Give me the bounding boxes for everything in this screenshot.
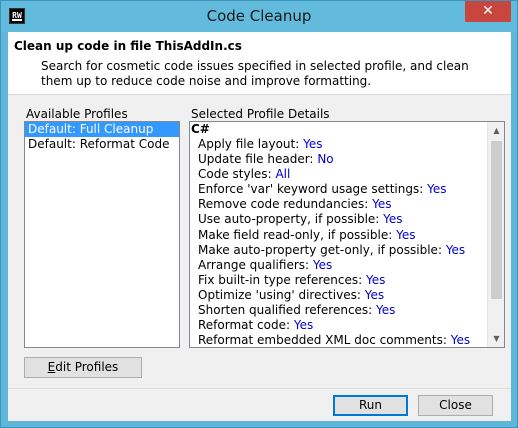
header-description: Search for cosmetic code issues specifie…: [41, 59, 469, 88]
code-cleanup-window: RW Code Cleanup ✕ Clean up code in file …: [0, 0, 518, 428]
detail-row-label: Apply file layout:: [198, 137, 300, 151]
detail-row-label: Fix built-in type references:: [198, 272, 363, 287]
title-bar[interactable]: RW Code Cleanup ✕: [1, 1, 517, 32]
detail-row-value: Yes: [293, 318, 314, 333]
detail-row: Use auto-property, if possible: Yes: [190, 212, 486, 227]
scroll-up-arrow-icon[interactable]: ▲: [488, 122, 504, 139]
detail-row-label: Reformat embedded XML doc comments:: [198, 333, 447, 348]
detail-row-label: Make field read-only, if possible:: [198, 227, 393, 242]
available-profiles-label: Available Profiles: [26, 107, 128, 121]
selected-profile-details-label: Selected Profile Details: [191, 107, 330, 121]
detail-row-label: Reformat code:: [198, 318, 291, 333]
detail-row: Make field read-only, if possible: Yes: [190, 228, 486, 243]
profile-details-content: C# Apply file layout: Yes Update file hea…: [190, 122, 486, 348]
detail-row-value: Yes: [396, 227, 416, 242]
profile-details-list[interactable]: C# Apply file layout: Yes Update file hea…: [189, 121, 505, 348]
detail-row: Remove code redundancies: Yes: [190, 197, 486, 212]
dialog-client-area: Clean up code in file ThisAddIn.cs Searc…: [8, 32, 511, 421]
detail-row-value: Yes: [372, 197, 392, 212]
detail-row-label: Use auto-property, if possible:: [198, 212, 380, 227]
detail-row-label: Code styles:: [198, 167, 272, 182]
detail-row: Reformat code: Yes: [190, 318, 486, 333]
run-button[interactable]: Run: [333, 395, 408, 416]
detail-row: Apply file layout: Yes: [190, 137, 486, 152]
profile-item-full-cleanup[interactable]: Default: Full Cleanup: [25, 122, 179, 137]
detail-row: Fix built-in type references: Yes: [190, 273, 486, 288]
header-panel: Clean up code in file ThisAddIn.cs Searc…: [8, 32, 511, 95]
detail-row: Update file header: No: [190, 152, 486, 167]
detail-row: Code styles: All: [190, 167, 486, 182]
detail-row-value: Yes: [383, 212, 403, 227]
detail-row-value: Yes: [445, 242, 466, 257]
detail-row-value: Yes: [312, 257, 333, 272]
close-button[interactable]: Close: [418, 395, 493, 416]
detail-row: Optimize 'using' directives: Yes: [190, 288, 486, 303]
detail-row-label: Arrange qualifiers:: [198, 257, 310, 272]
window-title: Code Cleanup: [206, 7, 312, 25]
edit-profiles-button[interactable]: Edit Profiles: [24, 357, 142, 378]
detail-row: Arrange qualifiers: Yes: [190, 258, 486, 273]
detail-row-value: Yes: [450, 333, 471, 348]
detail-row-value: No: [317, 152, 334, 167]
detail-row: Reformat embedded XML doc comments: Yes: [190, 333, 486, 348]
detail-row: Enforce 'var' keyword usage settings: Ye…: [190, 182, 486, 197]
details-scrollbar[interactable]: ▲ ▼: [487, 122, 504, 347]
detail-row-label: Remove code redundancies:: [198, 197, 369, 212]
detail-row-label: Optimize 'using' directives:: [198, 287, 361, 302]
detail-row-label: Enforce 'var' keyword usage settings:: [198, 182, 424, 197]
detail-row-label: Update file header:: [198, 152, 314, 167]
scroll-thumb[interactable]: [491, 141, 502, 299]
detail-row-value: Yes: [376, 303, 396, 318]
detail-row: Shorten qualified references: Yes: [190, 303, 486, 318]
detail-row-label: Shorten qualified references:: [198, 303, 373, 318]
edit-profiles-label: dit Profiles: [55, 360, 119, 374]
detail-row: Make auto-property get-only, if possible…: [190, 243, 486, 258]
header-title: Clean up code in file ThisAddIn.cs: [14, 39, 242, 53]
detail-row-value: Yes: [303, 137, 323, 151]
detail-row-value: All: [275, 167, 291, 182]
detail-row-value: Yes: [366, 272, 386, 287]
available-profiles-list[interactable]: Default: Full Cleanup Default: Reformat …: [24, 121, 180, 348]
window-close-button[interactable]: ✕: [465, 1, 511, 22]
scroll-down-arrow-icon[interactable]: ▼: [488, 330, 504, 347]
detail-row-label: Make auto-property get-only, if possible…: [198, 242, 442, 257]
details-section-csharp: C#: [191, 122, 210, 136]
detail-row-value: Yes: [427, 182, 447, 197]
detail-row-value: Yes: [364, 287, 385, 302]
dialog-footer: Run Close: [8, 388, 511, 421]
profile-item-reformat-code[interactable]: Default: Reformat Code: [25, 137, 179, 152]
